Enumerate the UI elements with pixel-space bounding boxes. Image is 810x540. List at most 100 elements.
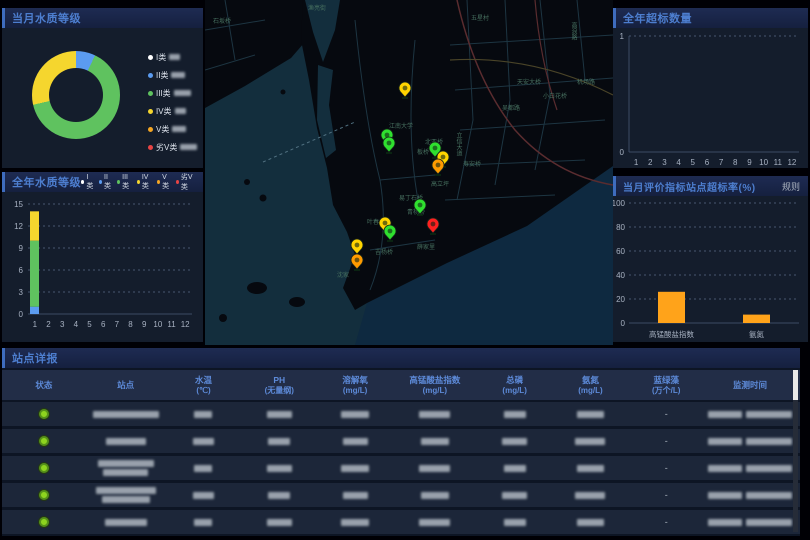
svg-text:100: 100 [613, 199, 626, 208]
legend-dot [148, 127, 153, 132]
value-cell [553, 411, 629, 418]
redacted-value [172, 126, 186, 132]
map-label: 吴都路 [502, 104, 520, 112]
redacted-value [180, 144, 197, 150]
panel-title-year-quality: 全年水质等级 [12, 174, 81, 190]
map-label: 立信大道 [455, 131, 462, 157]
panel-header-year-exceed: 全年超标数量 [613, 8, 808, 28]
legend-item-V类[interactable]: V类 [148, 120, 197, 138]
redacted-value [193, 492, 214, 499]
panel-year-quality: 全年水质等级 I类II类III类IV类V类劣V类 036912151234567… [2, 172, 203, 342]
redacted-value [502, 438, 527, 445]
value-cell [166, 465, 242, 472]
redacted-value [504, 411, 526, 418]
value-cell [241, 438, 317, 445]
table-scrollbar-thumb[interactable] [793, 370, 798, 400]
table-scrollbar[interactable] [793, 370, 798, 532]
algae-value: - [665, 517, 668, 527]
legend-item-II类[interactable]: II类 [99, 174, 112, 191]
water-quality-dashboard: 当月水质等级 I类II类III类IV类V类劣V类 全年水质等级 I类II类III… [0, 0, 810, 540]
value-cell [317, 438, 393, 445]
panel-header-year-quality: 全年水质等级 I类 II类 III类 IV类 V类劣V类 [2, 172, 203, 192]
value-cell [241, 519, 317, 526]
legend-label: III类 [156, 88, 171, 99]
svg-text:1: 1 [33, 320, 38, 329]
legend-label: IV类 [156, 106, 172, 117]
station-cell [86, 487, 166, 503]
value-cell [553, 519, 629, 526]
svg-text:7: 7 [115, 320, 120, 329]
redacted-value [504, 465, 526, 472]
status-indicator [39, 463, 49, 473]
station-cell [86, 411, 166, 418]
map-canvas[interactable]: 石坂桥渔亮街五星村高浪路机场路天安大桥小白花桥吴都路江南大学北亚桥板桥立信大道寿… [205, 0, 613, 350]
column-header-codmn: 高锰酸盐指数(mg/L) [393, 375, 477, 396]
map-label: 天安大桥 [517, 78, 541, 86]
redacted-value [171, 72, 185, 78]
redacted-date [708, 438, 742, 445]
svg-text:15: 15 [14, 200, 23, 209]
algae-value: - [665, 490, 668, 500]
value-cell [317, 411, 393, 418]
rules-link[interactable]: 规则 [782, 180, 800, 193]
column-header-ph: PH(无量纲) [241, 375, 317, 396]
legend-item-III类[interactable]: III类 [148, 84, 197, 102]
algae-cell: - [628, 409, 704, 419]
year-quality-stacked-chart: 03691215123456789101112 [2, 192, 203, 345]
svg-text:5: 5 [691, 158, 696, 167]
status-cell [2, 409, 86, 419]
table-body: - - - - - [2, 402, 800, 534]
map-label: 渔亮街 [308, 4, 326, 12]
map-label: 沈家 [337, 271, 349, 279]
legend-item-III类[interactable]: III类 [117, 174, 132, 191]
value-cell [393, 411, 477, 418]
svg-text:11: 11 [774, 158, 783, 167]
status-cell [2, 517, 86, 527]
legend-item-劣V类[interactable]: 劣V类 [148, 138, 197, 156]
legend-label: V类 [156, 124, 169, 135]
value-cell [553, 465, 629, 472]
redacted-value [267, 519, 292, 526]
table-row[interactable]: - [2, 429, 800, 453]
panel-title-month-quality: 当月水质等级 [12, 10, 81, 26]
svg-text:4: 4 [676, 158, 681, 167]
legend-item-V类[interactable]: V类 [157, 174, 171, 191]
table-row[interactable]: - [2, 510, 800, 534]
svg-text:12: 12 [181, 320, 190, 329]
legend-item-I类[interactable]: I类 [148, 48, 197, 66]
column-header-temp: 水温(℃) [166, 375, 242, 396]
time-cell [704, 438, 796, 445]
month-quality-legend: I类II类 III类 IV类 V类劣V类 [148, 48, 197, 156]
panel-year-exceed: 全年超标数量 10123456789101112 [613, 8, 808, 168]
table-row[interactable]: - [2, 402, 800, 426]
legend-item-IV类[interactable]: IV类 [148, 102, 197, 120]
svg-text:1: 1 [634, 158, 639, 167]
redacted-value [267, 465, 292, 472]
column-header-time: 监测时间 [704, 380, 796, 391]
panel-map[interactable]: 石坂桥渔亮街五星村高浪路机场路天安大桥小白花桥吴都路江南大学北亚桥板桥立信大道寿… [205, 0, 613, 345]
legend-item-I类[interactable]: I类 [81, 174, 94, 191]
legend-item-IV类[interactable]: IV类 [137, 174, 152, 191]
redacted-value [193, 438, 214, 445]
svg-text:12: 12 [14, 222, 23, 231]
redacted-station [98, 460, 154, 467]
svg-text:0: 0 [620, 148, 625, 157]
map-label: 高浪路 [570, 21, 577, 41]
map-label: 机场路 [577, 78, 595, 86]
value-cell [241, 411, 317, 418]
svg-text:高锰酸盐指数: 高锰酸盐指数 [649, 329, 694, 339]
legend-item-II类[interactable]: II类 [148, 66, 197, 84]
time-cell [704, 492, 796, 499]
table-row[interactable]: - [2, 456, 800, 480]
redacted-value [341, 465, 369, 472]
table-row[interactable]: - [2, 483, 800, 507]
map-label: 吉杨桥 [375, 248, 393, 256]
value-cell [393, 492, 477, 499]
value-cell [477, 465, 553, 472]
redacted-value [421, 438, 449, 445]
value-cell [393, 465, 477, 472]
redacted-value [419, 411, 450, 418]
svg-text:10: 10 [153, 320, 162, 329]
legend-item-劣V类[interactable]: 劣V类 [176, 172, 195, 192]
time-cell [704, 465, 796, 472]
